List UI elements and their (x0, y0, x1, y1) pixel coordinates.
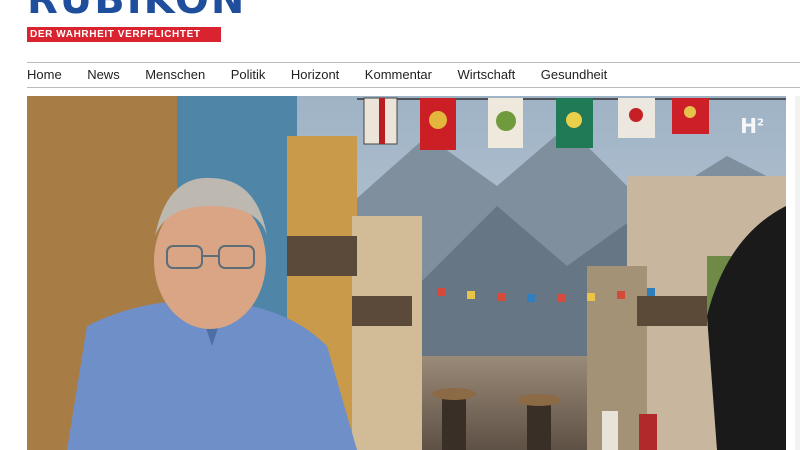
nav-item-wirtschaft[interactable]: Wirtschaft (458, 63, 516, 87)
nav-item-gesundheit[interactable]: Gesundheit (541, 63, 608, 87)
nav-item-news[interactable]: News (87, 63, 120, 87)
nav-item-horizont[interactable]: Horizont (291, 63, 339, 87)
main-navigation: Home News Menschen Politik Horizont Komm… (27, 62, 800, 88)
nav-item-kommentar[interactable]: Kommentar (365, 63, 432, 87)
nav-item-home[interactable]: Home (27, 63, 62, 87)
nav-item-menschen[interactable]: Menschen (145, 63, 205, 87)
hero-scene (27, 96, 786, 450)
scrollbar-track[interactable] (795, 96, 800, 450)
site-tagline: DER WAHRHEIT VERPFLICHTET (27, 27, 221, 42)
logo-wordmark: RUBIKON (27, 0, 247, 23)
nav-item-politik[interactable]: Politik (231, 63, 266, 87)
channel-logo: H2 (740, 114, 764, 138)
hero-video-image[interactable]: H2 (27, 96, 786, 450)
